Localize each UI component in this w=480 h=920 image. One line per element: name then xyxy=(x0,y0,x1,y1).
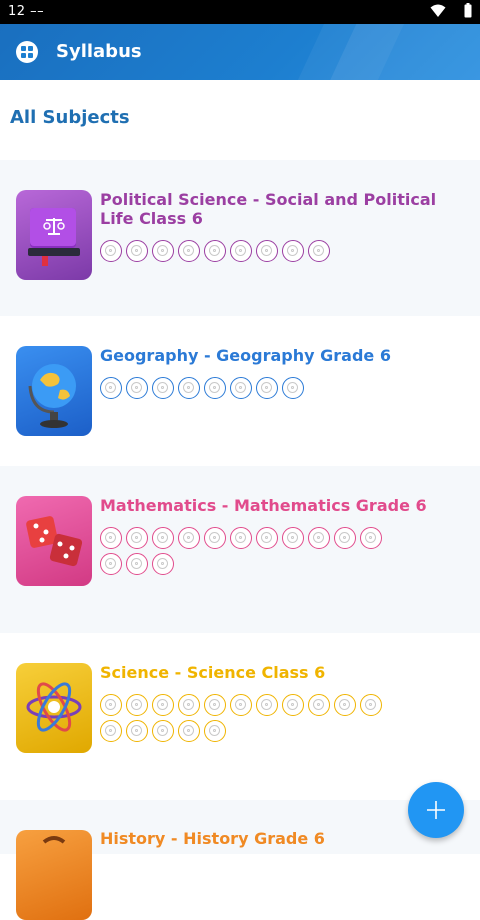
battery-icon xyxy=(464,3,472,18)
subject-title: Geography - Geography Grade 6 xyxy=(100,346,391,365)
progress-ring xyxy=(152,240,174,262)
subject-title: History - History Grade 6 xyxy=(100,829,325,848)
progress-ring xyxy=(308,527,330,549)
grid-icon xyxy=(21,46,33,58)
progress-ring xyxy=(282,527,304,549)
progress-ring xyxy=(100,240,122,262)
progress-ring xyxy=(178,240,200,262)
progress-ring xyxy=(360,694,382,716)
progress-rings xyxy=(100,240,400,262)
progress-rings xyxy=(100,694,400,742)
subject-title: Mathematics - Mathematics Grade 6 xyxy=(100,496,427,515)
status-icons xyxy=(430,3,472,18)
wifi-icon xyxy=(430,4,446,17)
page-title: Syllabus xyxy=(56,41,142,62)
progress-ring xyxy=(308,694,330,716)
progress-ring xyxy=(256,377,278,399)
progress-rings xyxy=(100,377,400,399)
progress-ring xyxy=(204,720,226,742)
progress-ring xyxy=(204,377,226,399)
add-button[interactable] xyxy=(408,782,464,838)
subject-card-political-science[interactable]: Political Science - Social and Political… xyxy=(0,160,480,316)
progress-ring xyxy=(308,240,330,262)
app-bar: Syllabus xyxy=(0,24,480,80)
subject-card-geography[interactable]: Geography - Geography Grade 6 xyxy=(0,316,480,466)
progress-ring xyxy=(152,377,174,399)
history-icon xyxy=(16,830,92,920)
progress-rings xyxy=(100,527,400,575)
progress-ring xyxy=(204,694,226,716)
atom-icon xyxy=(16,663,92,753)
dice-icon xyxy=(16,496,92,586)
law-book-icon xyxy=(16,190,92,280)
plus-icon xyxy=(427,801,445,819)
progress-ring xyxy=(256,240,278,262)
progress-ring xyxy=(126,553,148,575)
progress-ring xyxy=(152,527,174,549)
progress-ring xyxy=(334,527,356,549)
progress-ring xyxy=(126,377,148,399)
progress-ring xyxy=(178,377,200,399)
progress-ring xyxy=(126,527,148,549)
status-bar: 12 –– xyxy=(0,0,480,24)
progress-ring xyxy=(204,527,226,549)
progress-ring xyxy=(100,377,122,399)
progress-ring xyxy=(282,240,304,262)
progress-ring xyxy=(178,694,200,716)
subject-card-mathematics[interactable]: Mathematics - Mathematics Grade 6 xyxy=(0,466,480,633)
progress-ring xyxy=(204,240,226,262)
progress-ring xyxy=(100,553,122,575)
progress-ring xyxy=(230,694,252,716)
section-title: All Subjects xyxy=(10,107,130,128)
progress-ring xyxy=(334,694,356,716)
progress-ring xyxy=(256,694,278,716)
progress-ring xyxy=(230,240,252,262)
menu-button[interactable] xyxy=(16,41,38,63)
progress-ring xyxy=(178,720,200,742)
progress-ring xyxy=(100,720,122,742)
progress-ring xyxy=(100,694,122,716)
subject-card-science[interactable]: Science - Science Class 6 xyxy=(0,633,480,800)
progress-ring xyxy=(282,377,304,399)
status-time: 12 –– xyxy=(8,4,45,19)
progress-ring xyxy=(126,240,148,262)
progress-ring xyxy=(126,720,148,742)
progress-ring xyxy=(256,527,278,549)
progress-ring xyxy=(178,527,200,549)
progress-ring xyxy=(126,694,148,716)
globe-icon xyxy=(16,346,92,436)
progress-ring xyxy=(230,377,252,399)
progress-ring xyxy=(152,720,174,742)
subject-title: Science - Science Class 6 xyxy=(100,663,326,682)
progress-ring xyxy=(230,527,252,549)
progress-ring xyxy=(100,527,122,549)
subject-title: Political Science - Social and Political… xyxy=(100,190,437,228)
progress-ring xyxy=(152,553,174,575)
progress-ring xyxy=(360,527,382,549)
progress-ring xyxy=(282,694,304,716)
progress-ring xyxy=(152,694,174,716)
